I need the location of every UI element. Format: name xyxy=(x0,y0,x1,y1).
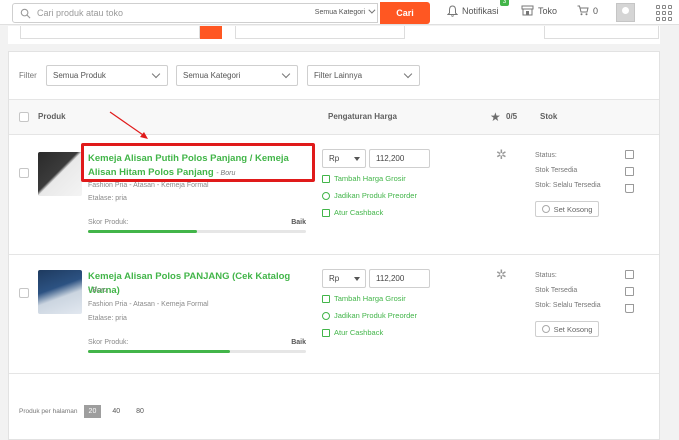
annotation-arrow xyxy=(109,111,148,139)
annotation-highlight-box xyxy=(81,143,315,182)
